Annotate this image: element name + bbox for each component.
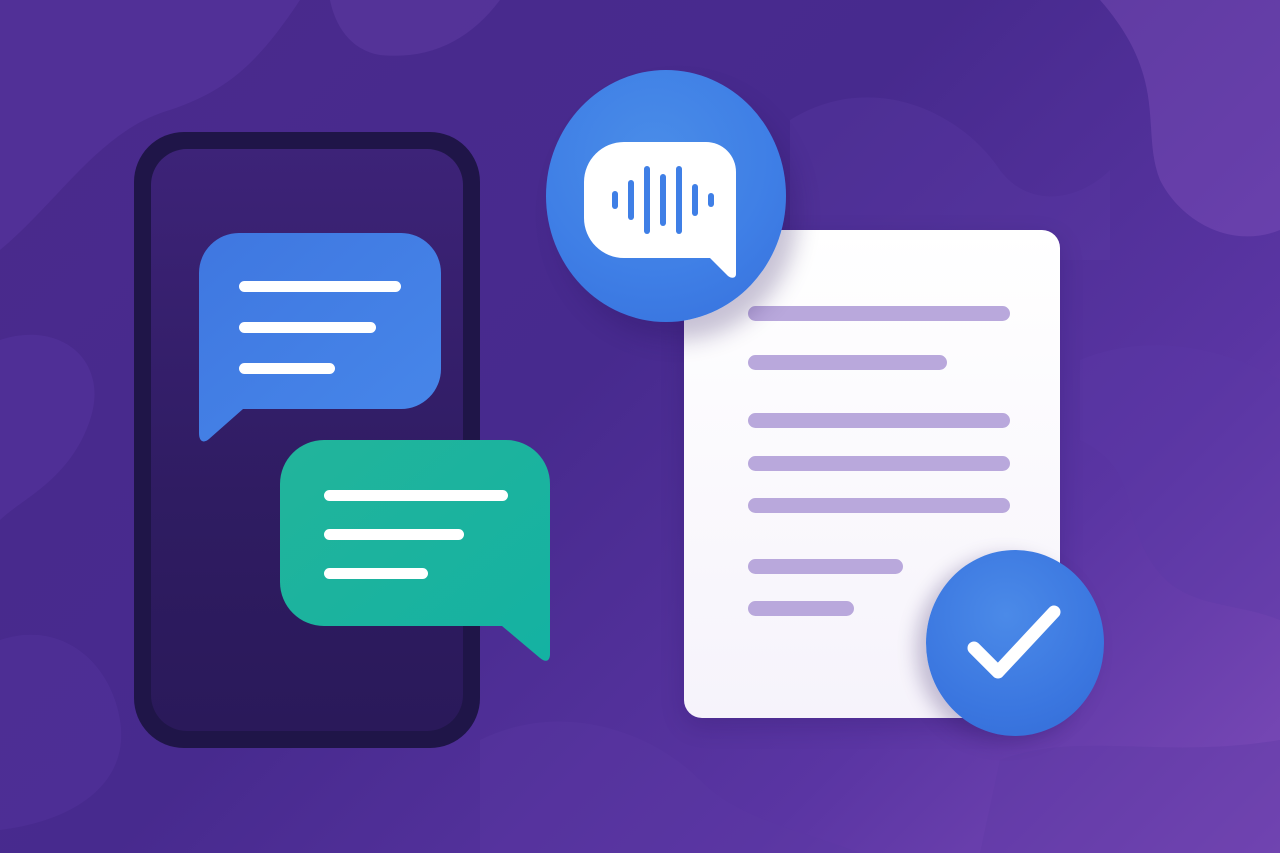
document-line [748,413,1010,428]
document-line [748,559,903,574]
voice-message-badge [546,70,786,322]
document-line [748,306,1010,321]
message-line [239,322,376,333]
chat-bubble-incoming-shape [199,233,441,442]
message-line [324,568,428,579]
message-line [239,281,401,292]
message-line [239,363,335,374]
chat-bubble-outgoing-shape [280,440,550,661]
chat-bubble-outgoing [280,440,550,662]
document-line [748,456,1010,471]
message-line [324,529,464,540]
message-line [324,490,508,501]
voice-message-icon [584,142,736,278]
document-line [748,355,947,370]
illustration [0,0,1280,853]
checkmark-icon [967,605,1061,679]
document-line [748,601,854,616]
chat-bubble-incoming [199,233,441,445]
verified-badge [926,550,1104,736]
document-line [748,498,1010,513]
